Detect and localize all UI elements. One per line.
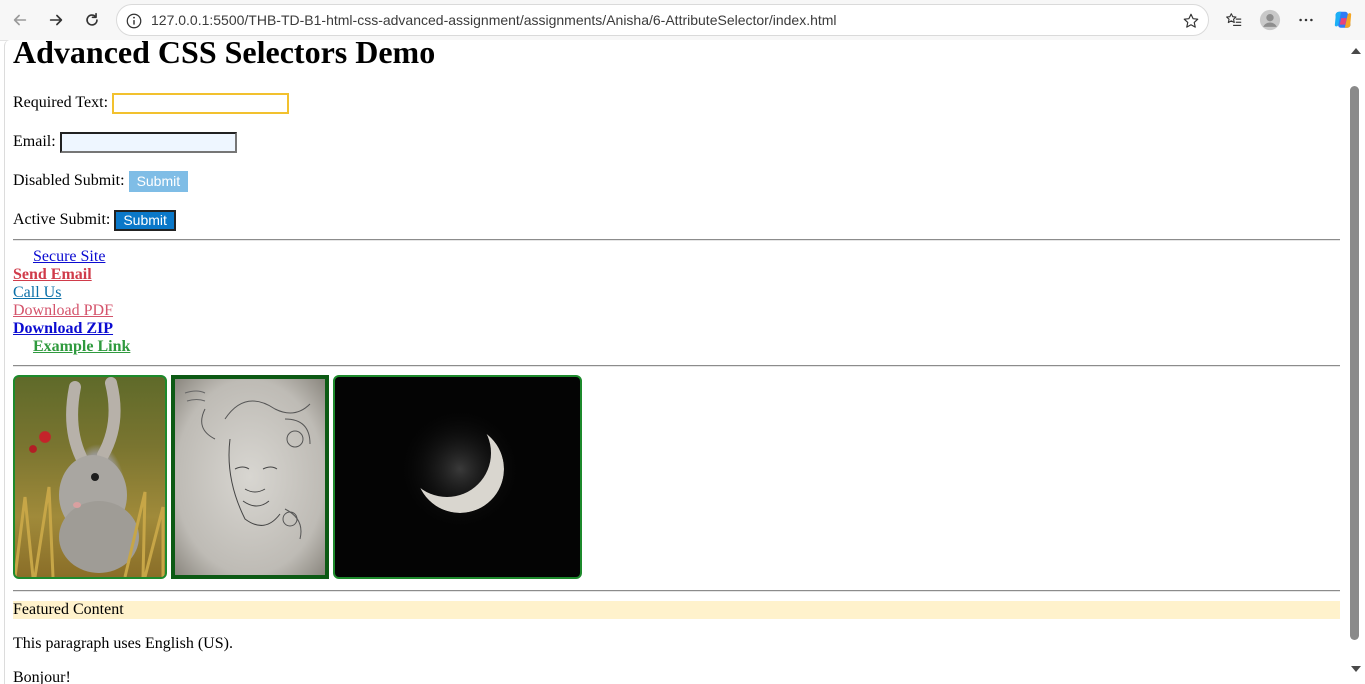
email-label: Email: [13,133,56,150]
scroll-up-arrow-icon[interactable] [1351,48,1361,54]
disabled-submit-label: Disabled Submit: [13,172,125,189]
required-text-row: Required Text: [13,92,290,114]
download-zip-link[interactable]: Download ZIP [13,320,130,338]
call-us-link[interactable]: Call Us [13,284,130,302]
face-sketch-drawing [171,375,329,579]
page-viewport: Advanced CSS Selectors Demo Required Tex… [4,40,1348,684]
profile-icon[interactable] [1258,8,1282,32]
back-icon[interactable] [6,6,34,34]
french-paragraph: Bonjour! [13,669,71,684]
active-submit-button[interactable]: Submit [114,209,176,231]
active-submit-label: Active Submit: [13,211,111,228]
email-input[interactable] [59,131,237,153]
crescent-moon-photo [333,375,582,579]
scrollbar-thumb[interactable] [1350,86,1359,640]
page-title: Advanced CSS Selectors Demo [13,40,436,70]
divider [13,239,1340,241]
secure-site-link[interactable]: Secure Site [13,248,130,266]
disabled-submit-row: Disabled Submit: Submit [13,170,189,192]
scroll-down-arrow-icon[interactable] [1351,666,1361,672]
english-paragraph: This paragraph uses English (US). [13,635,233,652]
browser-toolbar: 127.0.0.1:5500/THB-TD-B1-html-css-advanc… [0,0,1365,41]
info-icon[interactable] [125,12,143,30]
vertical-scrollbar[interactable] [1347,40,1365,684]
divider [13,590,1340,592]
url-text[interactable]: 127.0.0.1:5500/THB-TD-B1-html-css-advanc… [151,12,837,28]
required-text-label: Required Text: [13,94,109,111]
link-list: Secure Site Send Email Call Us Download … [13,248,130,356]
divider [13,365,1340,367]
star-icon[interactable] [1182,12,1200,30]
copilot-icon[interactable] [1331,8,1355,32]
required-text-input[interactable] [112,92,290,114]
forward-icon[interactable] [42,6,70,34]
refresh-icon[interactable] [78,6,106,34]
favorites-icon[interactable] [1222,8,1246,32]
send-email-link[interactable]: Send Email [13,266,130,284]
featured-content: Featured Content [13,601,1340,619]
email-row: Email: [13,131,237,153]
rabbit-photo [13,375,167,579]
example-link[interactable]: Example Link [13,338,130,356]
disabled-submit-button: Submit [128,170,189,192]
more-icon[interactable] [1294,8,1318,32]
active-submit-row: Active Submit: Submit [13,209,176,231]
download-pdf-link[interactable]: Download PDF [13,302,130,320]
address-bar[interactable]: 127.0.0.1:5500/THB-TD-B1-html-css-advanc… [116,4,1209,36]
